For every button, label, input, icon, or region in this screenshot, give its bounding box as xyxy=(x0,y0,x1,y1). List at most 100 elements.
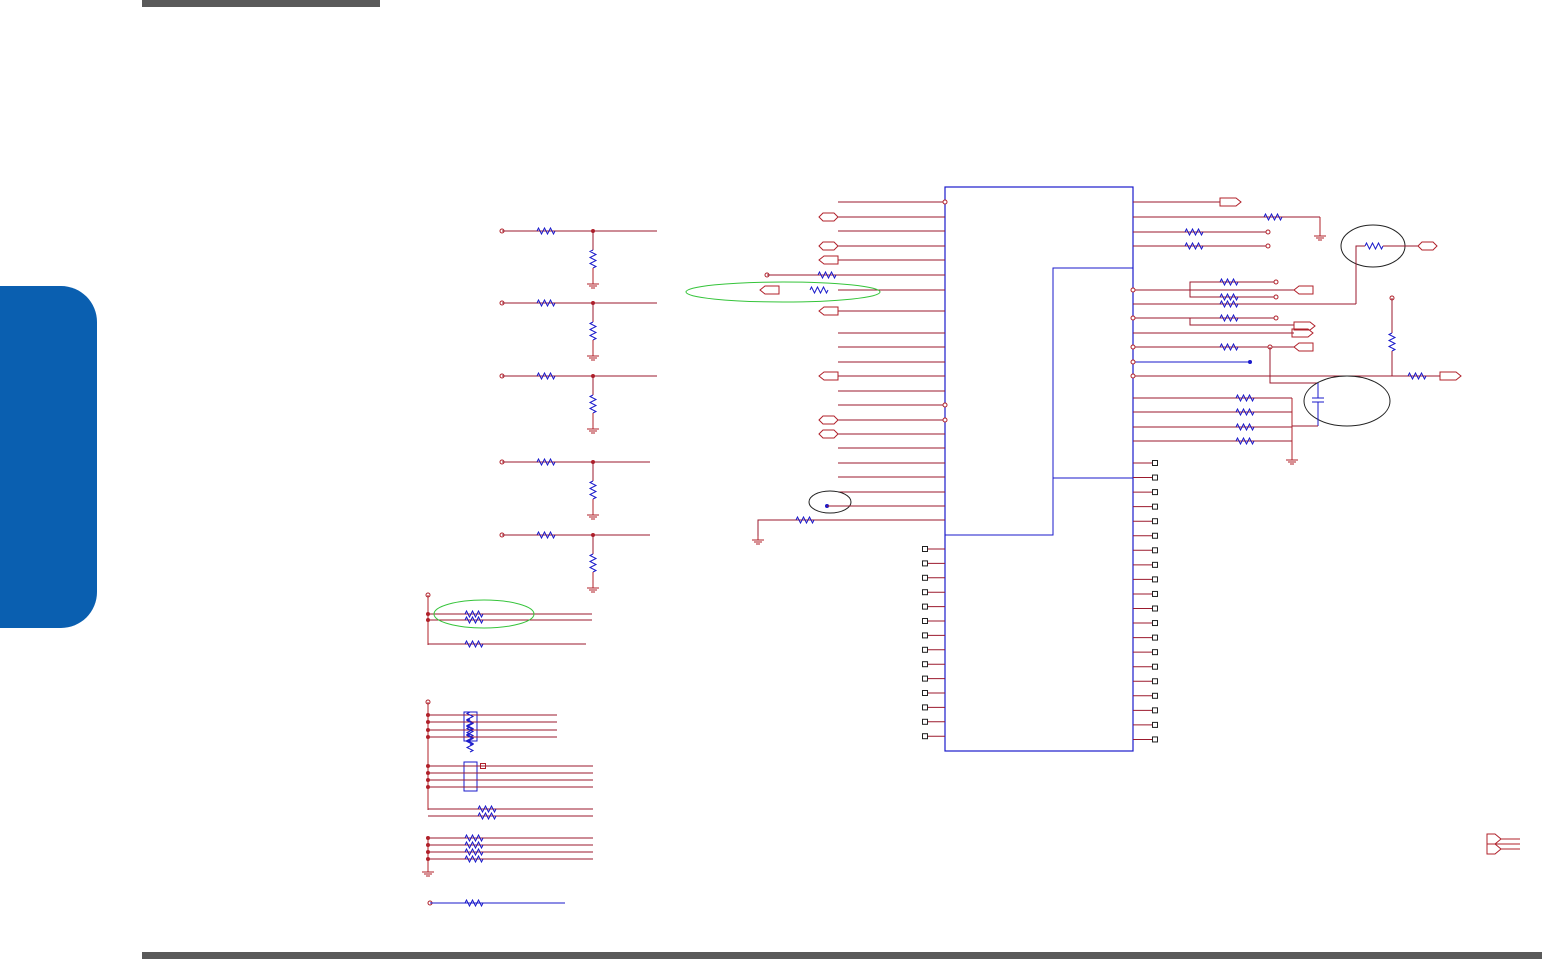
test-pin xyxy=(1152,663,1158,670)
resistor xyxy=(477,804,497,814)
port xyxy=(818,429,839,439)
test-pin xyxy=(1152,721,1158,728)
pin xyxy=(942,199,948,205)
test-pin xyxy=(1152,561,1158,568)
port xyxy=(759,285,780,295)
test-pin xyxy=(1152,547,1158,554)
resistor xyxy=(477,811,497,821)
port xyxy=(1439,371,1462,381)
test-pin xyxy=(1152,736,1158,743)
port xyxy=(818,306,839,316)
resistor xyxy=(536,457,556,467)
resistor xyxy=(1235,407,1255,417)
port xyxy=(1417,241,1438,251)
test-pin xyxy=(922,574,928,581)
resistor xyxy=(1184,227,1204,237)
wire xyxy=(945,267,1133,536)
resistor xyxy=(1263,212,1283,222)
junction xyxy=(426,836,430,840)
resistor xyxy=(1387,332,1397,352)
junction xyxy=(426,713,430,717)
resistor xyxy=(464,615,484,625)
resistor xyxy=(464,833,484,843)
resistor xyxy=(1407,371,1427,381)
junction xyxy=(426,720,430,724)
junction xyxy=(426,843,430,847)
test-pin xyxy=(1152,649,1158,656)
test-pin xyxy=(922,661,928,668)
test-pin xyxy=(922,690,928,696)
highlight-ellipse xyxy=(1303,375,1391,427)
resistor xyxy=(464,840,484,850)
pin xyxy=(1130,359,1136,365)
pin xyxy=(1130,287,1136,293)
highlight-ellipse xyxy=(685,281,881,303)
test-pin xyxy=(922,618,928,624)
resistor xyxy=(1235,422,1255,432)
port xyxy=(1293,285,1314,295)
junction xyxy=(426,771,430,775)
test-pin xyxy=(922,560,928,567)
resistor xyxy=(1219,292,1239,302)
pin xyxy=(1265,243,1271,249)
pin xyxy=(1273,294,1279,300)
test-pin xyxy=(1152,532,1158,539)
test-pin xyxy=(1152,576,1158,583)
resistor xyxy=(1219,299,1239,309)
wire xyxy=(757,519,945,536)
pin xyxy=(1130,315,1136,321)
test-pin xyxy=(922,632,928,639)
resistor xyxy=(536,226,556,236)
junction xyxy=(426,735,430,739)
resistor xyxy=(1364,241,1384,251)
pin xyxy=(942,417,948,423)
test-pin xyxy=(1152,620,1158,627)
resistor xyxy=(536,371,556,381)
port xyxy=(818,212,839,222)
resistor xyxy=(1219,342,1239,352)
resistor xyxy=(464,847,484,857)
pin xyxy=(1130,344,1136,350)
resistor xyxy=(1184,241,1204,251)
port xyxy=(818,255,839,265)
test-pin xyxy=(922,603,928,610)
resistor xyxy=(588,394,598,414)
test-pin xyxy=(922,718,928,725)
resistor xyxy=(464,898,484,908)
port xyxy=(818,415,839,425)
test-pin xyxy=(922,646,928,653)
test-pin xyxy=(1152,474,1158,481)
test-pin xyxy=(1152,634,1158,641)
junction xyxy=(426,728,430,732)
pin xyxy=(1273,315,1279,321)
resistor xyxy=(1235,393,1255,403)
test-pin xyxy=(1152,518,1158,525)
resistor xyxy=(464,854,484,864)
wire xyxy=(1133,281,1276,291)
port xyxy=(818,241,839,251)
resistor xyxy=(1219,313,1239,323)
resistor xyxy=(809,285,829,295)
resistor xyxy=(1235,436,1255,446)
test-pin xyxy=(922,675,928,682)
test-pin xyxy=(1152,590,1158,597)
resistor xyxy=(817,270,837,280)
chip-body xyxy=(944,186,1134,752)
resistor xyxy=(588,480,598,500)
pin xyxy=(1273,279,1279,285)
wire xyxy=(1355,245,1365,304)
resistor xyxy=(1219,277,1239,287)
test-pin xyxy=(1152,678,1158,685)
test-pin xyxy=(1152,707,1158,714)
junction xyxy=(426,785,430,789)
schematic-diagram xyxy=(422,186,1520,908)
resistor xyxy=(464,639,484,649)
wire xyxy=(1133,317,1294,326)
resistor xyxy=(795,515,815,525)
resistor xyxy=(464,609,484,619)
port xyxy=(818,371,839,381)
resistor xyxy=(588,249,598,269)
junction xyxy=(1248,360,1252,364)
junction xyxy=(426,850,430,854)
test-pin xyxy=(922,704,928,711)
